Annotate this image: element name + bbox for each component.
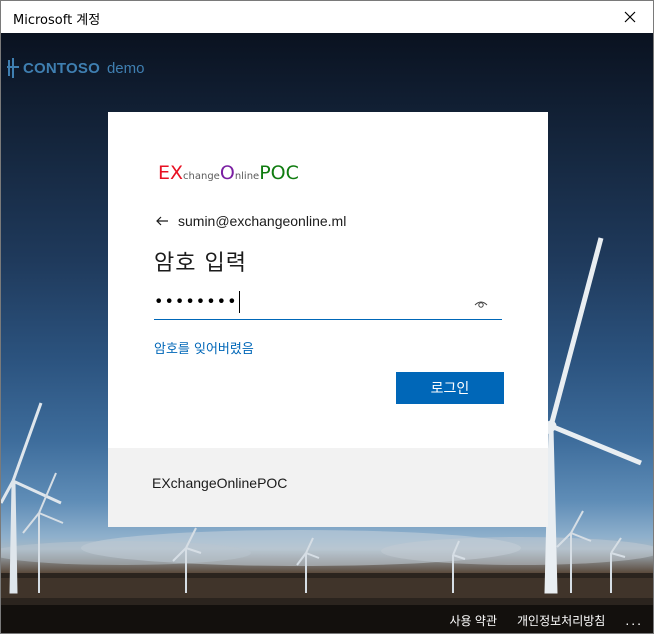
contoso-brand: CONTOSO xyxy=(23,59,100,77)
org-logo-part: O xyxy=(219,162,235,184)
password-value[interactable]: •••••••• xyxy=(154,291,240,313)
back-arrow-icon[interactable] xyxy=(154,213,170,229)
identity-email: sumin@exchangeonline.ml xyxy=(178,213,347,229)
window-title: Microsoft 계정 xyxy=(13,13,101,28)
sign-in-panel: EX change O nline POC sumin@exchangeonli… xyxy=(108,112,548,448)
terms-of-use-link[interactable]: 사용 약관 xyxy=(450,612,498,629)
sign-in-window: Microsoft 계정 CONTOSO demo EX change O nl… xyxy=(0,0,654,634)
close-icon xyxy=(624,11,636,23)
password-mask: •••••••• xyxy=(154,291,238,311)
org-logo-part: POC xyxy=(259,162,299,184)
reveal-password-icon[interactable] xyxy=(474,297,488,311)
sign-in-footer: EXchangeOnlinePOC xyxy=(108,448,548,527)
title-bar: Microsoft 계정 xyxy=(1,1,653,33)
contoso-mark-icon xyxy=(7,58,19,78)
bottom-links: 사용 약관 개인정보처리방침 ... xyxy=(1,605,653,633)
contoso-logo: CONTOSO demo xyxy=(7,58,145,78)
contoso-demo-label: demo xyxy=(106,59,145,77)
identity-banner: sumin@exchangeonline.ml xyxy=(154,213,346,229)
sign-in-card: EX change O nline POC sumin@exchangeonli… xyxy=(108,112,548,527)
org-logo: EX change O nline POC xyxy=(158,162,299,184)
privacy-link[interactable]: 개인정보처리방침 xyxy=(517,612,605,629)
org-logo-part: change xyxy=(183,171,220,182)
sign-in-button[interactable]: 로그인 xyxy=(396,372,504,404)
page-title: 암호 입력 xyxy=(154,251,247,276)
password-field[interactable]: •••••••• xyxy=(154,290,502,320)
close-button[interactable] xyxy=(607,1,653,33)
more-options-button[interactable]: ... xyxy=(625,612,643,628)
org-logo-part: nline xyxy=(234,171,260,182)
text-caret xyxy=(238,291,240,313)
forgot-password-link[interactable]: 암호를 잊어버렸음 xyxy=(154,338,254,357)
organization-name: EXchangeOnlinePOC xyxy=(152,475,288,491)
org-logo-part: EX xyxy=(158,162,184,184)
